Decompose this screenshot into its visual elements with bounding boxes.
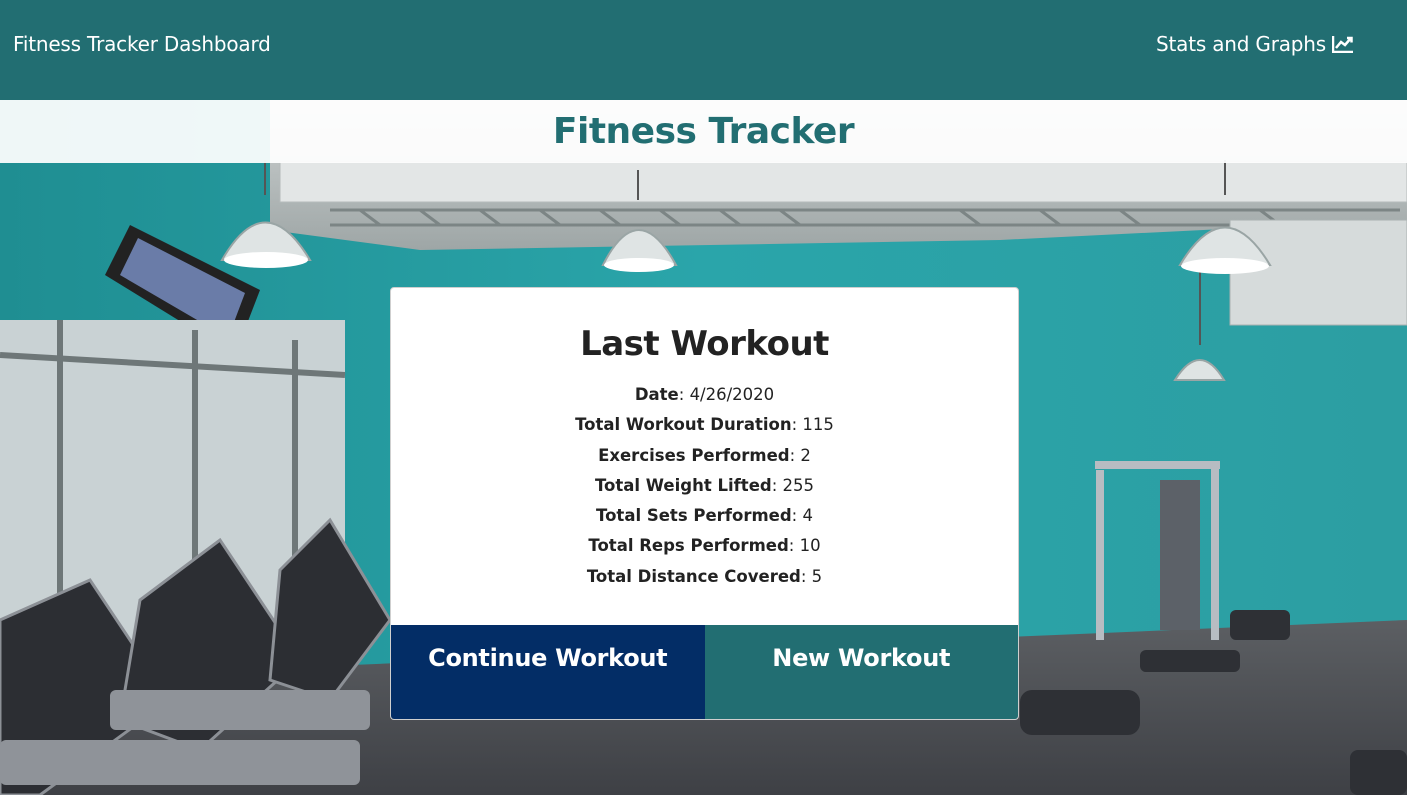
last-workout-card: Last Workout Date: 4/26/2020 Total Worko… <box>390 287 1019 720</box>
last-workout-title: Last Workout <box>580 324 829 364</box>
stat-value: 2 <box>800 445 811 465</box>
stat-value: 10 <box>799 536 821 556</box>
stat-value: 5 <box>811 566 823 586</box>
stat-total-workout-duration: Total Workout Duration: 115 <box>575 415 834 435</box>
new-workout-button[interactable]: New Workout <box>704 625 1018 719</box>
title-banner: Fitness Tracker <box>0 100 1407 163</box>
stat-total-sets-performed: Total Sets Performed: 4 <box>596 506 813 526</box>
stat-label: Total Reps Performed <box>588 536 789 556</box>
stat-label: Exercises Performed <box>598 445 790 465</box>
stat-label: Date <box>634 385 679 404</box>
top-navbar: Fitness Tracker Dashboard Stats and Grap… <box>0 0 1407 100</box>
stats-and-graphs-label: Stats and Graphs <box>1156 32 1326 56</box>
card-button-row: Continue Workout New Workout <box>391 625 1018 719</box>
stat-label: Total Distance Covered <box>586 566 801 586</box>
navbar-brand[interactable]: Fitness Tracker Dashboard <box>13 32 271 56</box>
stats-and-graphs-link[interactable]: Stats and Graphs <box>1156 32 1354 56</box>
continue-workout-button[interactable]: Continue Workout <box>391 625 705 719</box>
stat-date: Date: 4/26/2020 <box>634 385 775 404</box>
stat-label: Total Sets Performed <box>596 506 792 526</box>
stat-total-distance-covered: Total Distance Covered: 5 <box>586 566 823 586</box>
stat-label: Total Workout Duration <box>575 415 792 435</box>
line-chart-icon <box>1332 35 1354 53</box>
page-title: Fitness Tracker <box>552 111 855 152</box>
stat-label: Total Weight Lifted <box>594 475 772 495</box>
stat-total-reps-performed: Total Reps Performed: 10 <box>588 536 821 556</box>
stat-value: 255 <box>782 475 815 495</box>
stat-value: 4/26/2020 <box>689 385 775 404</box>
stat-value: 115 <box>802 415 834 435</box>
stat-total-weight-lifted: Total Weight Lifted: 255 <box>594 475 815 495</box>
stat-value: 4 <box>802 506 813 526</box>
workout-stats-list: Date: 4/26/2020 Total Workout Duration: … <box>391 380 1018 592</box>
stat-exercises-performed: Exercises Performed: 2 <box>598 445 811 465</box>
